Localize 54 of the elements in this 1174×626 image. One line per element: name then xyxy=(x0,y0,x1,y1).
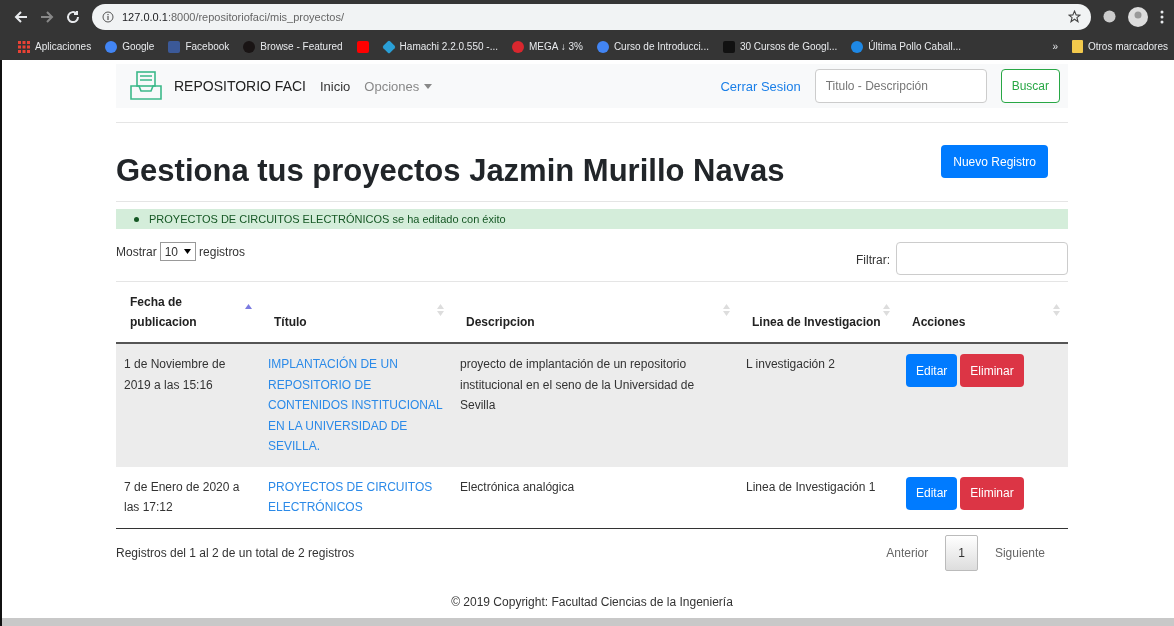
pagination-button[interactable]: Siguiente xyxy=(985,534,1054,571)
bookmark-label[interactable]: Browse - Featured xyxy=(260,41,343,52)
caret-icon xyxy=(184,249,192,254)
delete-button[interactable]: Eliminar xyxy=(960,354,1024,387)
records-label: registros xyxy=(199,244,246,259)
page-heading: Gestiona tus proyectos Jazmin Murillo Navas xyxy=(116,153,785,189)
logout-link[interactable]: Cerrar Sesion xyxy=(720,78,801,94)
bookmark-label[interactable]: Otros marcadores xyxy=(1087,41,1168,52)
url-text[interactable]: 127.0.0.1:8000/repositoriofaci/mis_proyectos/ xyxy=(122,10,344,23)
bookmark-label[interactable]: Curso de Introducci... xyxy=(613,41,709,52)
bookmark-label[interactable]: Facebook xyxy=(185,41,230,52)
alert-message: PROYECTOS DE CIRCUITOS ELECTRÓNICOS se ha editado con éxito xyxy=(149,213,506,225)
copyright-text: © 2019 Copyright: Facultad Ciencias de la Ingeniería xyxy=(450,594,734,609)
filter-field[interactable] xyxy=(896,242,1068,275)
filter-label: Filtrar: xyxy=(856,253,890,269)
bookmark-label[interactable]: Aplicaciones xyxy=(35,41,92,52)
bookmark-label[interactable]: Última Pollo Caball... xyxy=(868,41,962,52)
forward-arrow-icon[interactable] xyxy=(40,9,54,24)
bookmark-label[interactable]: Hamachi 2.2.0.550 -... xyxy=(399,41,498,52)
pagination-button[interactable]: 1 xyxy=(945,534,978,571)
table-cell: 1 de Noviembre de 2019 a las 15:16 xyxy=(116,343,260,467)
nav-link[interactable]: Inicio xyxy=(320,78,351,94)
page-size-select[interactable]: 10 xyxy=(159,242,197,261)
edit-button[interactable]: Editar xyxy=(906,476,958,510)
back-arrow-icon[interactable] xyxy=(14,9,28,24)
pagination-button[interactable]: Anterior xyxy=(877,534,938,571)
star-icon[interactable] xyxy=(1068,10,1081,23)
bookmark-label[interactable]: Google xyxy=(122,41,155,52)
bookmarks-overflow[interactable]: » xyxy=(1052,41,1058,52)
search-field[interactable]: Titulo - Descripción xyxy=(814,69,987,103)
show-label: Mostrar xyxy=(116,244,157,259)
inbox-tray-icon xyxy=(130,71,162,101)
table-cell: 7 de Enero de 2020 a las 17:12 xyxy=(116,466,260,528)
project-title-link[interactable]: PROYECTOS DE CIRCUITOS ELECTRÓNICOS xyxy=(268,476,444,518)
table-cell: Linea de Investigación 1 xyxy=(738,466,898,528)
brand-title[interactable]: REPOSITORIO FACI xyxy=(174,78,306,94)
table-cell: Electrónica analógica xyxy=(452,466,738,528)
edit-button[interactable]: Editar xyxy=(906,354,958,387)
delete-button[interactable]: Eliminar xyxy=(960,476,1024,510)
new-record-button[interactable]: Nuevo Registro xyxy=(941,145,1048,178)
info-icon[interactable] xyxy=(102,10,114,23)
table-cell: proyecto de implantación de un repositorio institucional en el seno de la Universidad de Sevilla xyxy=(452,343,738,467)
bookmark-label[interactable]: 30 Cursos de Googl... xyxy=(739,41,838,52)
nav-link[interactable]: Opciones xyxy=(364,78,433,94)
folder-icon xyxy=(1071,40,1083,53)
reload-icon[interactable] xyxy=(66,9,80,24)
table-cell: L investigación 2 xyxy=(738,343,898,467)
menu-icon[interactable] xyxy=(1160,9,1164,24)
bullet-icon xyxy=(134,216,139,222)
avatar-icon[interactable] xyxy=(1128,6,1148,27)
caret-icon xyxy=(424,83,433,89)
records-info: Registros del 1 al 2 de un total de 2 registros xyxy=(116,545,355,560)
horizontal-scrollbar[interactable] xyxy=(2,618,1174,626)
bookmark-label[interactable]: MEGA ↓ 3% xyxy=(529,41,583,52)
